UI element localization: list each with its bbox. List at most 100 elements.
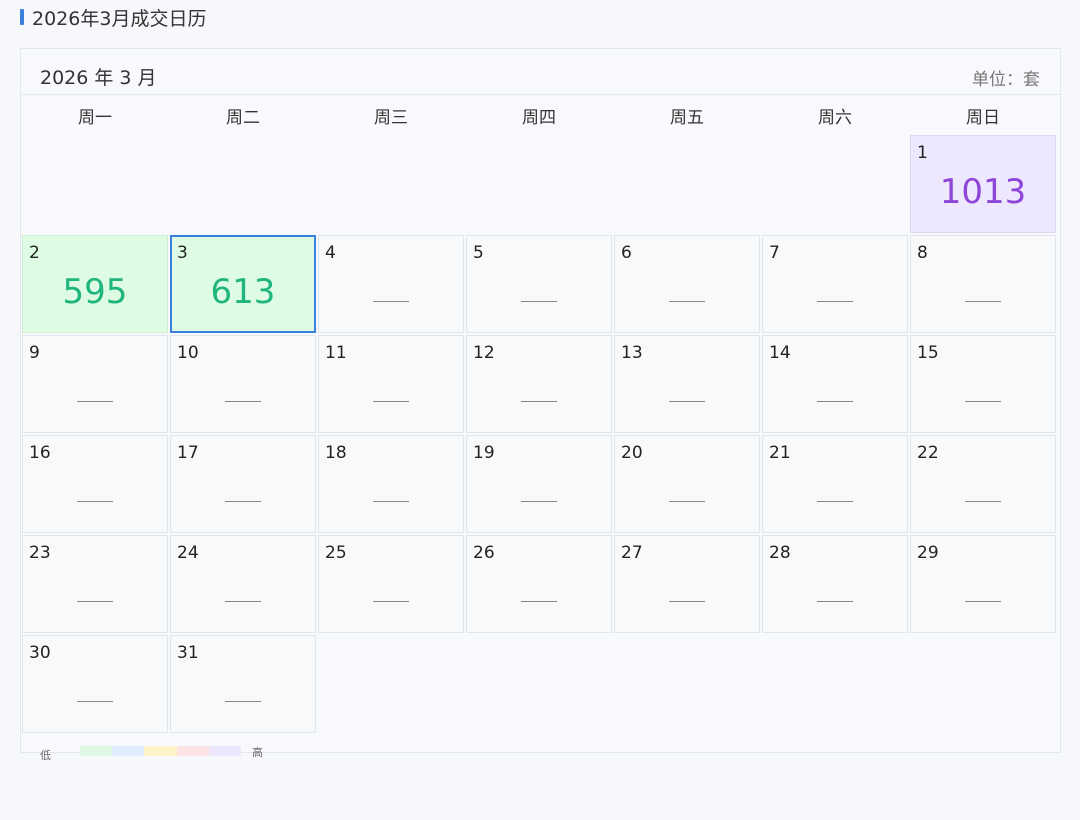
- no-data-dash: [225, 701, 261, 702]
- day-cell[interactable]: 12: [466, 335, 612, 433]
- day-cell[interactable]: 2 595: [22, 235, 168, 333]
- no-data-dash: [521, 501, 557, 502]
- weekday-header-row: 周一 周二 周三 周四 周五 周六 周日: [21, 95, 1060, 135]
- day-cell[interactable]: 4: [318, 235, 464, 333]
- day-cell[interactable]: 16: [22, 435, 168, 533]
- day-number: 11: [325, 343, 347, 363]
- day-number: 19: [473, 443, 495, 463]
- day-number: 18: [325, 443, 347, 463]
- no-data-dash: [965, 401, 1001, 402]
- no-data-dash: [77, 601, 113, 602]
- day-cell[interactable]: 22: [910, 435, 1056, 533]
- day-cell[interactable]: 1 1013: [910, 135, 1056, 233]
- day-number: 9: [29, 343, 40, 363]
- day-number: 22: [917, 443, 939, 463]
- day-cell[interactable]: 9: [22, 335, 168, 433]
- no-data-dash: [965, 501, 1001, 502]
- no-data-dash: [521, 601, 557, 602]
- no-data-dash: [77, 701, 113, 702]
- day-cell[interactable]: 18: [318, 435, 464, 533]
- day-number: 4: [325, 243, 336, 263]
- legend-color-swatch: [144, 746, 177, 756]
- title-accent-bar: [20, 9, 24, 25]
- day-cell[interactable]: 26: [466, 535, 612, 633]
- day-cell[interactable]: 17: [170, 435, 316, 533]
- day-number: 28: [769, 543, 791, 563]
- weekday-label: 周二: [226, 107, 260, 128]
- day-number: 31: [177, 643, 199, 663]
- no-data-dash: [669, 301, 705, 302]
- day-number: 3: [177, 243, 188, 263]
- no-data-dash: [817, 301, 853, 302]
- weekday-label: 周六: [818, 107, 852, 128]
- day-cell[interactable]: 11: [318, 335, 464, 433]
- day-cell[interactable]: 24: [170, 535, 316, 633]
- day-cell[interactable]: 6: [614, 235, 760, 333]
- day-number: 10: [177, 343, 199, 363]
- day-cell[interactable]: 3 613: [170, 235, 316, 333]
- day-cell[interactable]: 23: [22, 535, 168, 633]
- day-cell[interactable]: 29: [910, 535, 1056, 633]
- day-number: 25: [325, 543, 347, 563]
- day-number: 30: [29, 643, 51, 663]
- day-value: 1013: [939, 172, 1027, 212]
- calendar-header: 2026 年 3 月 单位：套: [21, 49, 1060, 95]
- no-data-dash: [521, 301, 557, 302]
- legend-color-swatch: [176, 746, 209, 756]
- month-label: 2026 年 3 月: [40, 67, 157, 89]
- day-cell[interactable]: 13: [614, 335, 760, 433]
- day-number: 24: [177, 543, 199, 563]
- weekday-label: 周日: [966, 107, 1000, 128]
- day-cell[interactable]: 10: [170, 335, 316, 433]
- no-data-dash: [77, 501, 113, 502]
- day-cell[interactable]: 15: [910, 335, 1056, 433]
- day-cell[interactable]: 5: [466, 235, 612, 333]
- unit-label: 单位：套: [972, 70, 1040, 90]
- no-data-dash: [965, 601, 1001, 602]
- color-legend: 低 高: [40, 744, 280, 764]
- day-cell[interactable]: 19: [466, 435, 612, 533]
- day-number: 5: [473, 243, 484, 263]
- day-cell[interactable]: 20: [614, 435, 760, 533]
- day-number: 29: [917, 543, 939, 563]
- day-number: 13: [621, 343, 643, 363]
- day-cell[interactable]: 31: [170, 635, 316, 733]
- day-number: 12: [473, 343, 495, 363]
- day-number: 6: [621, 243, 632, 263]
- page-title-text: 2026年3月成交日历: [32, 7, 207, 30]
- no-data-dash: [669, 601, 705, 602]
- legend-gradient-bar: [80, 746, 242, 756]
- legend-color-swatch: [80, 746, 113, 756]
- legend-high-label: 高: [252, 746, 263, 759]
- no-data-dash: [965, 301, 1001, 302]
- day-number: 16: [29, 443, 51, 463]
- day-number: 21: [769, 443, 791, 463]
- day-number: 8: [917, 243, 928, 263]
- no-data-dash: [225, 501, 261, 502]
- weekday-label: 周五: [670, 107, 704, 128]
- day-number: 2: [29, 243, 40, 263]
- day-cell[interactable]: 21: [762, 435, 908, 533]
- weekday-label: 周一: [78, 107, 112, 128]
- no-data-dash: [669, 401, 705, 402]
- day-cell[interactable]: 25: [318, 535, 464, 633]
- day-number: 14: [769, 343, 791, 363]
- day-cell[interactable]: 8: [910, 235, 1056, 333]
- legend-color-swatch: [208, 746, 242, 756]
- day-cell[interactable]: 14: [762, 335, 908, 433]
- calendar-panel: 2026 年 3 月 单位：套 周一 周二 周三 周四 周五 周六 周日 1 1013 2 595…: [20, 48, 1061, 753]
- legend-low-label: 低: [40, 749, 51, 762]
- no-data-dash: [373, 301, 409, 302]
- day-number: 15: [917, 343, 939, 363]
- day-cell[interactable]: 30: [22, 635, 168, 733]
- day-value: 613: [210, 272, 276, 312]
- day-cell[interactable]: 27: [614, 535, 760, 633]
- day-cell[interactable]: 28: [762, 535, 908, 633]
- day-number: 20: [621, 443, 643, 463]
- no-data-dash: [77, 401, 113, 402]
- no-data-dash: [817, 601, 853, 602]
- day-cell[interactable]: 7: [762, 235, 908, 333]
- page-title: 2026年3月成交日历: [20, 6, 207, 30]
- weekday-label: 周四: [522, 107, 556, 128]
- day-number: 27: [621, 543, 643, 563]
